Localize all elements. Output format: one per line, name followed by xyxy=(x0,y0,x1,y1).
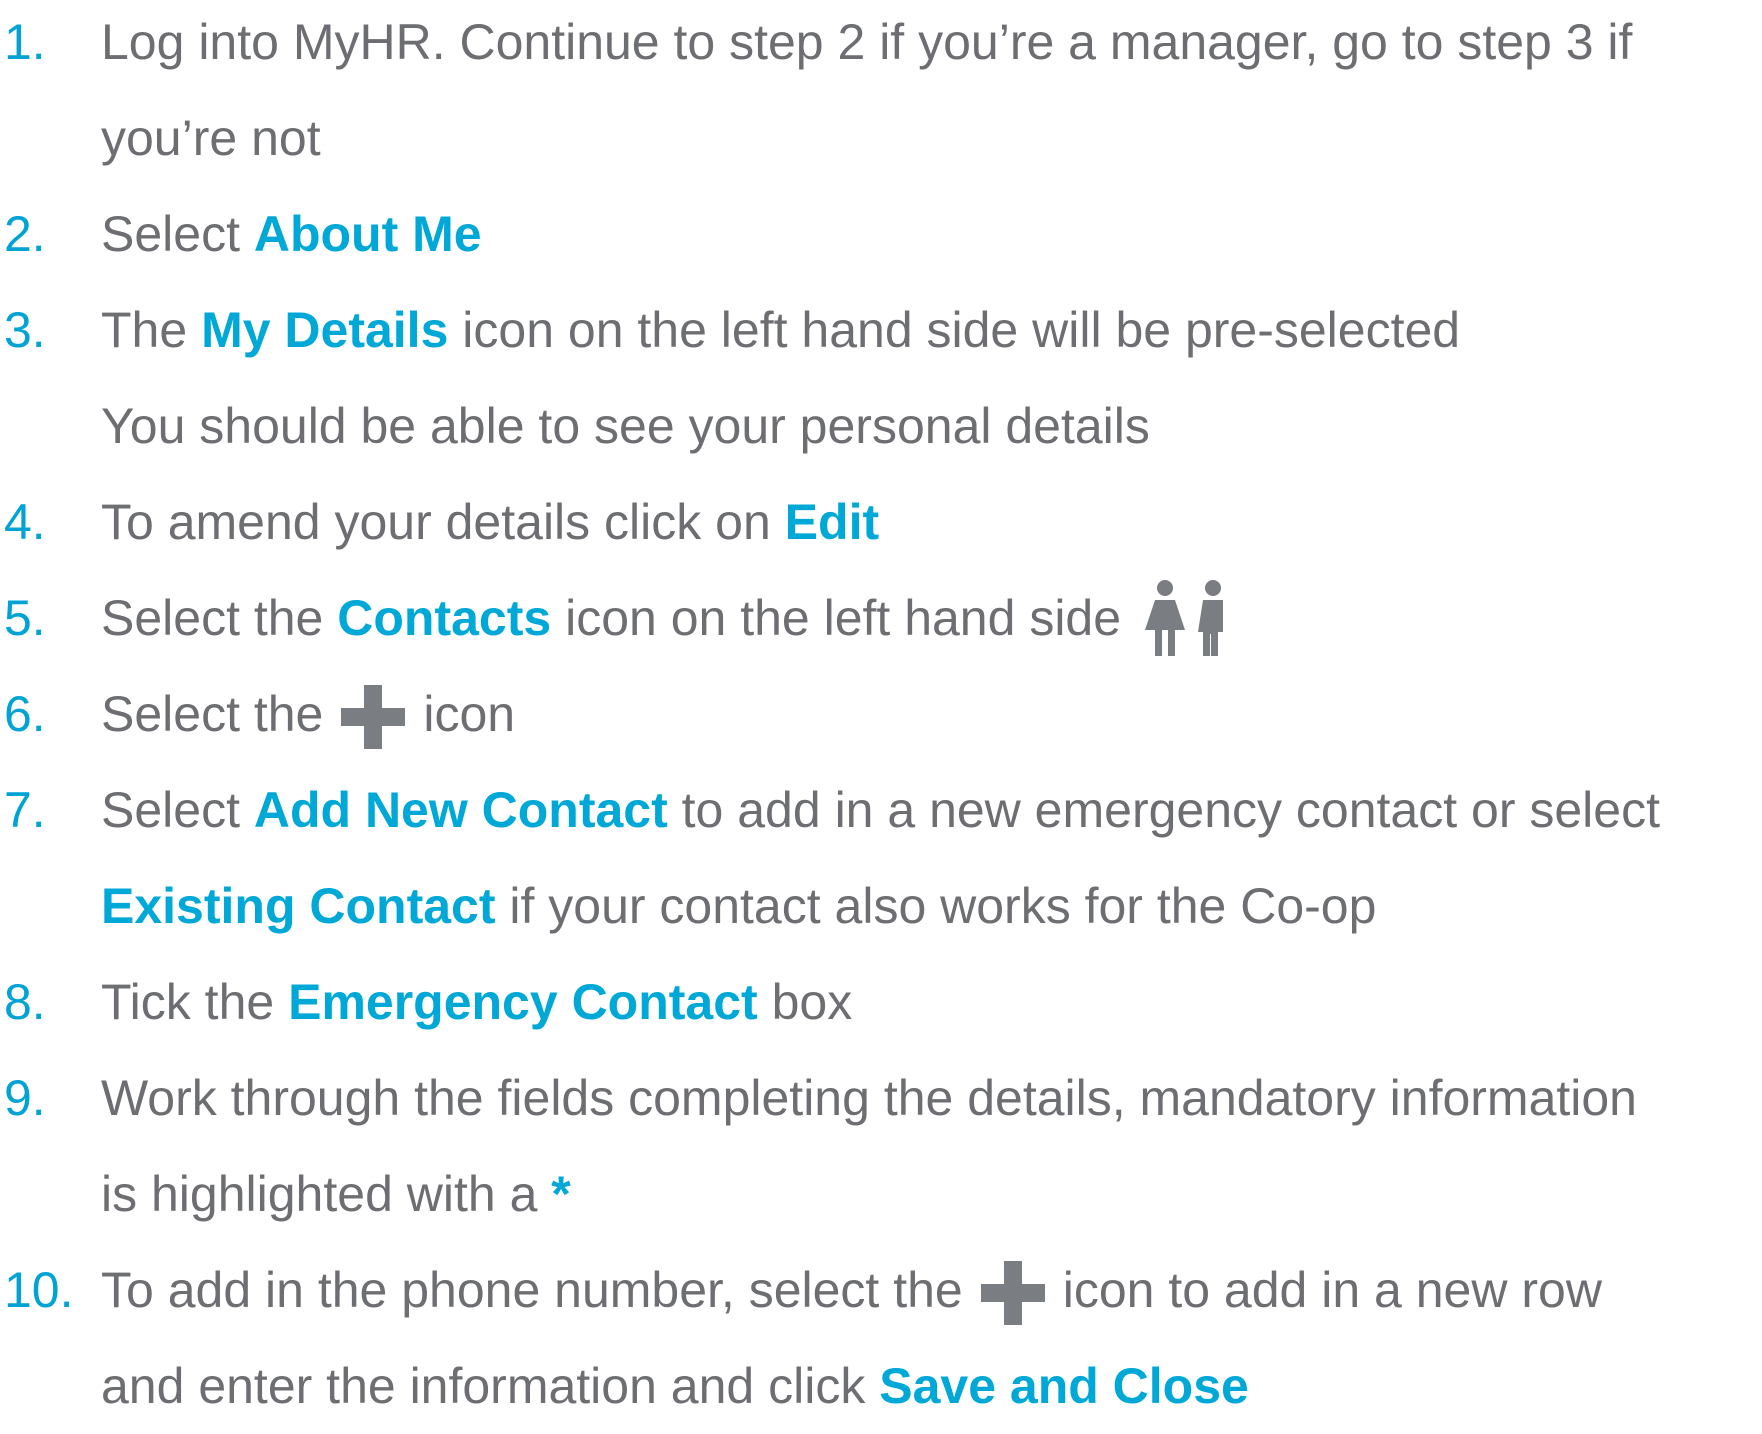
step-text-part: Select the xyxy=(101,590,338,646)
step-text-part: To add in the phone number, select the xyxy=(101,1262,963,1318)
step-text-part: to add in a new emergency contact or sel… xyxy=(667,782,1660,838)
plus-icon-graphic xyxy=(341,684,406,749)
step-text-part: Select xyxy=(101,782,254,838)
step-text: Select About Me xyxy=(101,186,482,282)
step-text-part: is highlighted with a xyxy=(101,1166,552,1222)
step-text-part: The xyxy=(101,302,202,358)
contacts-icon-graphic xyxy=(1145,579,1224,656)
step-text-part: To amend your details click on xyxy=(101,494,785,550)
step-text: you’re not xyxy=(101,90,321,186)
step-number: 5. xyxy=(4,590,46,646)
step-number: 8. xyxy=(4,974,46,1030)
step-text-part: Log into MyHR. Continue to step 2 if you… xyxy=(101,14,1633,70)
plus-icon xyxy=(980,1260,1045,1325)
step-text: Tick the Emergency Contact box xyxy=(101,954,852,1050)
step-number: 3. xyxy=(4,302,46,358)
step-text: To amend your details click on Edit xyxy=(101,474,879,570)
step-number: 9. xyxy=(4,1070,46,1126)
step-text: The My Details icon on the left hand sid… xyxy=(101,282,1460,378)
step-text-part: You should be able to see your personal … xyxy=(101,398,1150,454)
step-text: You should be able to see your personal … xyxy=(101,378,1150,474)
step-text-part: if your contact also works for the Co-op xyxy=(495,878,1377,934)
step-text-part: icon on the left hand side xyxy=(551,590,1122,646)
step-number: 10. xyxy=(4,1262,74,1318)
step-text-part: icon to add in a new row xyxy=(1062,1262,1602,1318)
step-text-part: Tick the xyxy=(101,974,289,1030)
step-text-part: box xyxy=(757,974,853,1030)
step-number: 2. xyxy=(4,206,46,262)
step-text-part: Select the xyxy=(101,686,324,742)
plus-icon-graphic xyxy=(980,1260,1045,1325)
step-text: Select the icon xyxy=(101,666,515,762)
step-number: 6. xyxy=(4,686,46,742)
step-text: Select Add New Contact to add in a new e… xyxy=(101,762,1660,858)
existing-contact-highlight: Existing Contact xyxy=(101,878,496,934)
step-text-part: Select xyxy=(101,206,254,262)
step-number: 7. xyxy=(4,782,46,838)
step-text-part: Work through the fields completing the d… xyxy=(101,1070,1637,1126)
step-text: Work through the fields completing the d… xyxy=(101,1050,1637,1146)
step-number: 1. xyxy=(4,14,46,70)
edit-highlight: Edit xyxy=(784,494,880,550)
step-text-part: icon on the left hand side will be pre-s… xyxy=(448,302,1461,358)
step-text: is highlighted with a * xyxy=(101,1146,571,1242)
about-me-highlight: About Me xyxy=(253,206,482,262)
step-text: To add in the phone number, select the i… xyxy=(101,1242,1602,1338)
step-number: 4. xyxy=(4,494,46,550)
step-text-part: you’re not xyxy=(101,110,321,166)
step-text: Select the Contacts icon on the left han… xyxy=(101,570,1235,666)
add-new-contact-highlight: Add New Contact xyxy=(253,782,668,838)
step-text: Existing Contact if your contact also wo… xyxy=(101,858,1376,954)
emergency-contact-highlight: Emergency Contact xyxy=(288,974,758,1030)
step-text-part: and enter the information and click xyxy=(101,1358,880,1414)
plus-icon xyxy=(341,684,406,749)
contacts-highlight: Contacts xyxy=(337,590,552,646)
step-text: and enter the information and click Save… xyxy=(101,1338,1249,1434)
step-text: Log into MyHR. Continue to step 2 if you… xyxy=(101,0,1632,90)
step-text-part: icon xyxy=(423,686,516,742)
contacts-icon xyxy=(1143,578,1235,658)
my-details-highlight: My Details xyxy=(201,302,449,358)
mandatory-asterisk: * xyxy=(551,1166,571,1222)
save-and-close-highlight: Save and Close xyxy=(879,1358,1249,1414)
